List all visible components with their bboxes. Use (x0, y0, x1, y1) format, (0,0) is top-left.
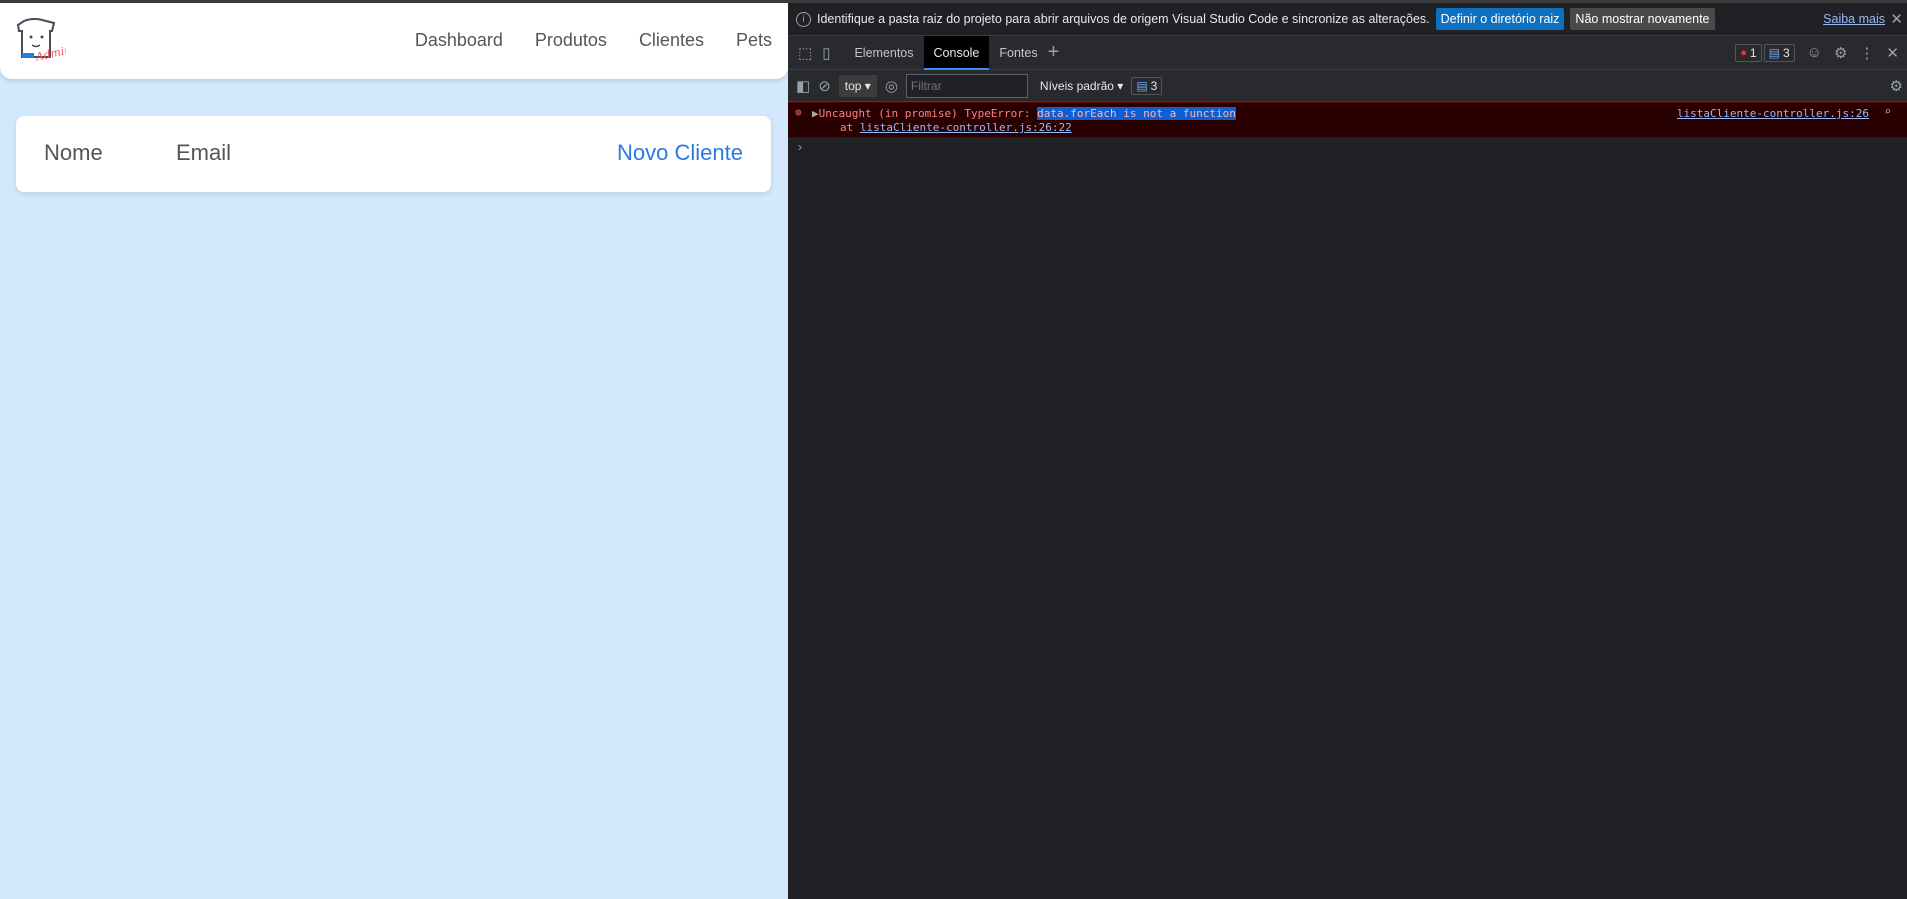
close-devtools-icon[interactable]: ✕ (1886, 44, 1899, 62)
column-nome: Nome (44, 140, 103, 165)
navbar: Admin Dashboard Produtos Clientes Pets (0, 3, 788, 79)
search-icon[interactable]: ⌕ (1884, 105, 1891, 118)
settings-icon[interactable]: ⚙ (1834, 44, 1847, 62)
nav-clientes[interactable]: Clientes (639, 30, 704, 51)
expand-triangle-icon[interactable]: ▶ (812, 107, 819, 120)
web-page: Admin Dashboard Produtos Clientes Pets N… (0, 3, 788, 899)
sidebar-toggle-icon[interactable]: ◧ (796, 77, 810, 95)
console-error-message: ⊗ ▶Uncaught (in promise) TypeError: data… (788, 102, 1907, 138)
nav-pets[interactable]: Pets (736, 30, 772, 51)
infobar: i Identifique a pasta raiz do projeto pa… (788, 3, 1907, 36)
info-icon: i (796, 11, 811, 27)
error-icon: ⊗ (795, 106, 802, 119)
devtools-tabs: ⬚ ▯ Elementos Console Fontes + ● 1 ▤ 3 ☺ ⚙… (788, 35, 1907, 70)
dont-show-again-button[interactable]: Não mostrar novamente (1570, 8, 1715, 30)
messages-badge[interactable]: ▤ 3 (1131, 76, 1163, 95)
inspect-icon[interactable]: ⬚ (798, 44, 812, 62)
context-select[interactable]: top ▾ (838, 74, 877, 97)
live-expression-icon[interactable]: ◎ (885, 77, 898, 95)
message-icon: ▤ (1768, 45, 1780, 60)
clear-console-icon[interactable]: ⊘ (818, 77, 831, 95)
error-count-badge[interactable]: ● 1 (1735, 43, 1762, 62)
more-options-icon[interactable]: ⋮ (1859, 44, 1874, 62)
error-icon: ● (1740, 46, 1747, 59)
dog-logo-icon: Admin (16, 18, 72, 64)
stack-location-link[interactable]: listaCliente-controller.js:26:22 (860, 121, 1072, 134)
log-levels-dropdown[interactable]: Níveis padrão ▾ (1040, 79, 1123, 93)
new-client-link[interactable]: Novo Cliente (617, 140, 743, 166)
infobar-message: Identifique a pasta raiz do projeto para… (817, 12, 1430, 26)
nav-dashboard[interactable]: Dashboard (415, 30, 503, 51)
console-toolbar: ◧ ⊘ top ▾ ◎ Níveis padrão ▾ ▤3 ⚙ (788, 70, 1907, 102)
learn-more-link[interactable]: Saiba mais (1823, 12, 1885, 26)
tab-console[interactable]: Console (923, 35, 990, 70)
feedback-icon[interactable]: ☺ (1807, 44, 1822, 61)
tab-elementos[interactable]: Elementos (844, 36, 923, 70)
console-settings-icon[interactable]: ⚙ (1890, 77, 1903, 95)
source-link[interactable]: listaCliente-controller.js:26 (1677, 107, 1869, 120)
message-icon: ▤ (1136, 78, 1148, 93)
console-prompt[interactable]: › (788, 138, 1907, 156)
set-root-dir-button[interactable]: Definir o diretório raiz (1435, 8, 1565, 30)
add-tab-icon[interactable]: + (1048, 41, 1060, 64)
message-count-badge[interactable]: ▤ 3 (1763, 43, 1795, 62)
clients-table-header: Nome Email Novo Cliente (16, 116, 771, 192)
tab-fontes[interactable]: Fontes (989, 36, 1047, 70)
logo[interactable]: Admin (14, 17, 72, 68)
error-text: data.forEach is not a function (1037, 107, 1236, 120)
column-email: Email (176, 140, 232, 165)
close-infobar-icon[interactable]: ✕ (1890, 10, 1903, 28)
filter-input[interactable] (905, 73, 1028, 98)
nav-produtos[interactable]: Produtos (535, 30, 607, 51)
device-toolbar-icon[interactable]: ▯ (822, 44, 830, 62)
devtools-panel: i Identifique a pasta raiz do projeto pa… (788, 3, 1907, 899)
